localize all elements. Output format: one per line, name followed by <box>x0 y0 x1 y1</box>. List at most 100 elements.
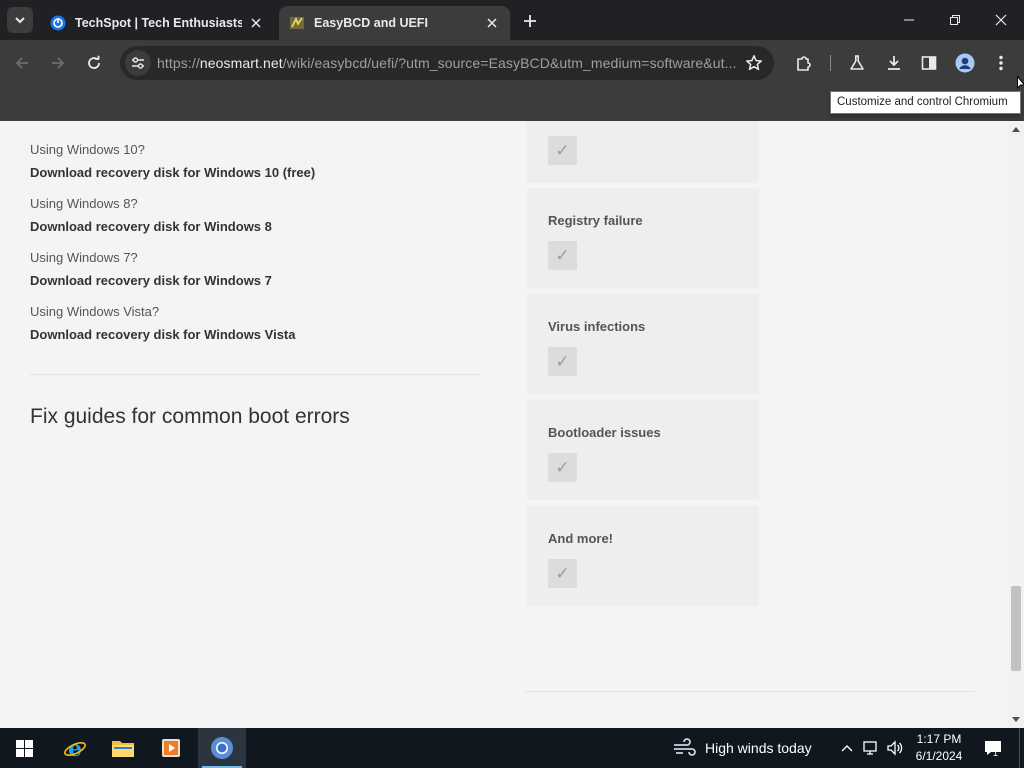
checkmark-icon: ✓ <box>548 559 577 588</box>
checkmark-icon: ✓ <box>548 241 577 270</box>
taskbar-media-player[interactable] <box>147 728 195 768</box>
close-window-button[interactable] <box>978 6 1024 34</box>
download-link-windows-8[interactable]: Download recovery disk for Windows 8 <box>30 219 272 234</box>
os-question: Using Windows 7? <box>30 250 138 265</box>
tab-easybcd[interactable]: EasyBCD and UEFI <box>279 6 510 40</box>
os-question: Using Windows 8? <box>30 196 138 211</box>
section-divider <box>525 691 975 692</box>
site-info-button[interactable] <box>125 50 151 76</box>
download-link-windows-7[interactable]: Download recovery disk for Windows 7 <box>30 273 272 288</box>
download-item: Using Windows 10? Download recovery disk… <box>30 142 315 180</box>
feature-label: Bootloader issues <box>548 425 661 440</box>
wind-icon <box>674 738 696 756</box>
arrow-left-icon <box>15 57 28 69</box>
page-scrollbar[interactable] <box>1008 121 1024 728</box>
reload-button[interactable] <box>80 49 108 77</box>
taskbar-chromium[interactable] <box>198 728 246 768</box>
scroll-down-button[interactable] <box>1008 712 1024 728</box>
tab-title: TechSpot | Tech Enthusiasts, Po <box>75 16 242 30</box>
os-question: Using Windows Vista? <box>30 304 160 319</box>
puzzle-icon <box>797 56 811 71</box>
taskbar-clock[interactable]: 1:17 PM 6/1/2024 <box>906 731 972 765</box>
tab-title: EasyBCD and UEFI <box>314 16 428 30</box>
tab-strip: TechSpot | Tech Enthusiasts, Po EasyBCD … <box>0 0 1024 40</box>
minimize-button[interactable] <box>886 6 932 34</box>
scroll-up-arrow-icon <box>1012 127 1020 132</box>
back-button[interactable] <box>8 49 36 77</box>
scrollbar-thumb[interactable] <box>1011 586 1021 671</box>
folder-icon <box>112 741 134 757</box>
feature-label: Virus infections <box>548 319 646 334</box>
url-host: neosmart.net <box>199 55 283 71</box>
action-center-button[interactable]: 1 <box>978 728 1008 768</box>
download-item: Using Windows 7? Download recovery disk … <box>30 250 272 288</box>
internet-explorer-icon: e <box>64 736 86 760</box>
scroll-down-arrow-icon <box>1012 717 1020 722</box>
clock-time: 1:17 PM <box>916 732 962 746</box>
browser-toolbar: https://neosmart.net/wiki/easybcd/uefi/?… <box>0 40 1024 86</box>
checkmark-icon: ✓ <box>548 347 577 376</box>
checkmark-icon: ✓ <box>548 136 577 165</box>
profile-button[interactable] <box>951 49 979 77</box>
url-path: /wiki/easybcd/uefi/?utm_source=EasyBCD&u… <box>282 55 737 71</box>
weather-text: High winds today <box>705 740 812 756</box>
avatar-icon <box>955 53 975 73</box>
page-content: Using Windows 10? Download recovery disk… <box>0 121 1008 728</box>
flask-icon <box>850 55 864 70</box>
bookmark-star-button[interactable] <box>742 51 766 75</box>
tune-icon <box>132 57 144 69</box>
chromium-icon <box>211 737 233 759</box>
feature-card-bootloader-issues: Bootloader issues ✓ <box>527 400 759 500</box>
minimize-icon <box>904 19 914 21</box>
show-desktop-button[interactable] <box>1019 728 1024 768</box>
download-icon <box>888 56 900 70</box>
checkmark-icon: ✓ <box>548 453 577 482</box>
network-icon <box>863 741 877 755</box>
toolbar-separator <box>830 55 831 71</box>
show-hidden-icons-button[interactable] <box>838 728 856 768</box>
clock-date: 6/1/2024 <box>915 749 963 763</box>
side-panel-button[interactable] <box>915 49 943 77</box>
notification-count: 1 <box>993 748 999 758</box>
restore-icon <box>950 15 960 25</box>
close-tab-icon[interactable] <box>484 15 500 31</box>
weather-widget[interactable]: High winds today <box>672 728 812 768</box>
downloads-button[interactable] <box>880 49 908 77</box>
kebab-menu-icon <box>999 55 1003 71</box>
address-bar[interactable]: https://neosmart.net/wiki/easybcd/uefi/?… <box>120 46 774 80</box>
labs-button[interactable] <box>843 49 871 77</box>
svg-text:e: e <box>68 736 82 760</box>
volume-tray-button[interactable] <box>884 728 906 768</box>
feature-card-and-more: And more! ✓ <box>527 506 759 606</box>
download-link-windows-vista[interactable]: Download recovery disk for Windows Vista <box>30 327 295 342</box>
reload-icon <box>88 55 100 69</box>
taskbar-internet-explorer[interactable]: e <box>51 728 99 768</box>
media-player-icon <box>162 739 180 757</box>
extensions-button[interactable] <box>790 49 818 77</box>
new-tab-button[interactable] <box>519 10 541 32</box>
feature-card-virus-infections: Virus infections ✓ <box>527 294 759 394</box>
speaker-icon <box>887 740 903 756</box>
arrow-right-icon <box>52 57 65 69</box>
taskbar-file-explorer[interactable] <box>99 728 147 768</box>
url-text[interactable]: https://neosmart.net/wiki/easybcd/uefi/?… <box>157 46 739 80</box>
download-link-windows-10[interactable]: Download recovery disk for Windows 10 (f… <box>30 165 315 180</box>
os-question: Using Windows 10? <box>30 142 145 157</box>
section-divider <box>30 374 481 375</box>
scroll-up-button[interactable] <box>1008 121 1024 137</box>
download-item: Using Windows Vista? Download recovery d… <box>30 304 295 342</box>
close-tab-icon[interactable] <box>248 15 264 31</box>
network-tray-button[interactable] <box>860 728 882 768</box>
url-scheme: https:// <box>157 55 200 71</box>
chrome-menu-button[interactable] <box>987 49 1015 77</box>
tab-search-button[interactable] <box>7 7 33 33</box>
tab-techspot[interactable]: TechSpot | Tech Enthusiasts, Po <box>40 6 274 40</box>
menu-tooltip: Customize and control Chromium <box>830 91 1021 114</box>
start-button[interactable] <box>0 728 48 768</box>
restore-button[interactable] <box>932 6 978 34</box>
feature-label: Registry failure <box>548 213 643 228</box>
mouse-cursor-icon <box>1017 76 1024 90</box>
feature-label: And more! <box>548 531 613 546</box>
forward-button[interactable] <box>44 49 72 77</box>
chevron-up-icon <box>841 745 853 752</box>
